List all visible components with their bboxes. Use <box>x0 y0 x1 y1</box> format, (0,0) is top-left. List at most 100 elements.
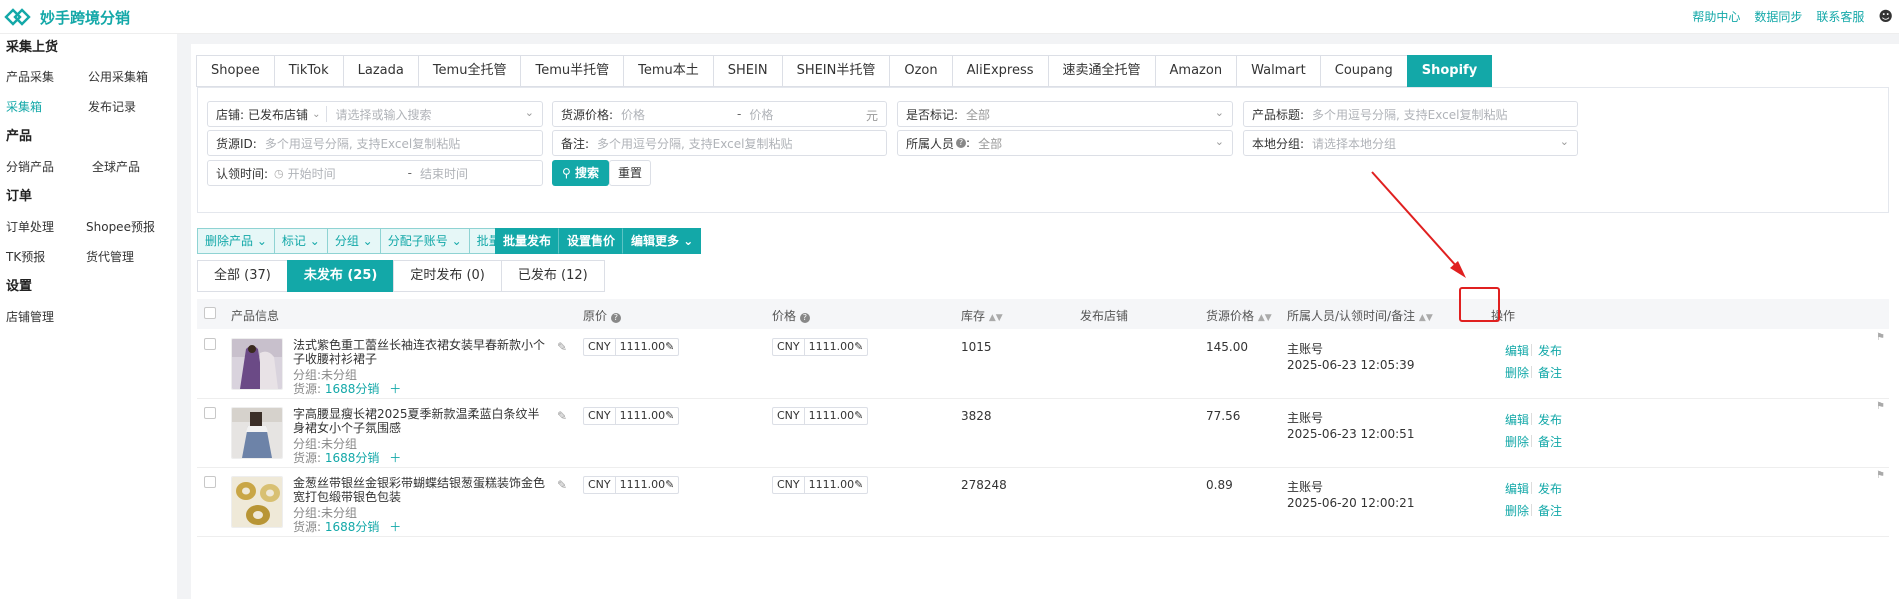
publish-button[interactable]: 发布 <box>1538 342 1562 359</box>
sort-icon: ▲▼ <box>988 313 1003 323</box>
edit-pencil-icon[interactable]: ✎ <box>557 340 567 354</box>
tab-tiktok[interactable]: TikTok <box>273 55 344 87</box>
sidebar-item-publish-records[interactable]: 发布记录 <box>86 96 172 118</box>
flag-icon[interactable]: ⚑ <box>1876 470 1885 481</box>
source-price-range[interactable]: 货源价格: 价格 - 价格 元 <box>552 101 887 127</box>
publish-button[interactable]: 发布 <box>1538 480 1562 497</box>
group-button[interactable]: 分组 ⌄ <box>326 228 381 254</box>
price-field[interactable]: CNY 1111.00✎ <box>772 476 869 494</box>
orig-price-field[interactable]: CNY 1111.00✎ <box>583 338 680 356</box>
note-input[interactable]: 备注: 多个用逗号分隔, 支持Excel复制粘贴 <box>552 130 887 156</box>
product-title[interactable]: 法式紫色重工蕾丝长袖连衣裙女装早春新款小个子收腰衬衫裙子 <box>293 338 549 366</box>
note-button[interactable]: 备注 <box>1538 433 1562 450</box>
end-time-input[interactable]: 结束时间 <box>412 165 468 182</box>
start-time-input[interactable]: 开始时间 <box>284 165 408 182</box>
source-id-input[interactable]: 货源ID: 多个用逗号分隔, 支持Excel复制粘贴 <box>207 130 543 156</box>
edit-button[interactable]: 编辑 <box>1505 342 1529 359</box>
tab-aliexpress-full[interactable]: 速卖通全托管 <box>1047 55 1156 87</box>
source-price-value: 145.00 <box>1206 340 1248 354</box>
note-button[interactable]: 备注 <box>1538 502 1562 519</box>
sidebar-item-global-products[interactable]: 全球产品 <box>86 156 172 178</box>
tab-shein-semi[interactable]: SHEIN半托管 <box>781 55 891 87</box>
sidebar-item-public-box[interactable]: 公用采集箱 <box>86 66 172 88</box>
owner-select[interactable]: 所属人员 ? : 全部 ⌄ <box>897 130 1233 156</box>
sidebar-item-order-processing[interactable]: 订单处理 <box>0 216 86 238</box>
store-select[interactable]: 店铺: 已发布店铺 ⌄ 请选择或输入搜索 ⌄ <box>207 101 543 127</box>
tab-temu-local[interactable]: Temu本土 <box>623 55 714 87</box>
sidebar-item-tk-forecast[interactable]: TK预报 <box>0 246 86 268</box>
data-sync-link[interactable]: 数据同步 <box>1754 8 1802 25</box>
store-search-input[interactable]: 请选择或输入搜索 <box>333 106 431 123</box>
row-checkbox[interactable] <box>204 338 216 350</box>
contact-support-link[interactable]: 联系客服 <box>1816 8 1864 25</box>
product-title-input[interactable]: 产品标题: 多个用逗号分隔, 支持Excel复制粘贴 <box>1243 101 1578 127</box>
price-field[interactable]: CNY 1111.00✎ <box>772 338 869 356</box>
reset-button[interactable]: 重置 <box>609 160 652 186</box>
tab-coupang[interactable]: Coupang <box>1319 55 1408 87</box>
sidebar-item-distribution-products[interactable]: 分销产品 <box>0 156 86 178</box>
assign-subaccount-button[interactable]: 分配子账号 ⌄ <box>379 228 470 254</box>
tab-aliexpress[interactable]: AliExpress <box>951 55 1049 87</box>
local-group-select[interactable]: 本地分组: 请选择本地分组 ⌄ <box>1243 130 1578 156</box>
edit-more-button[interactable]: 编辑更多 ⌄ <box>623 228 702 254</box>
tab-shopify[interactable]: Shopify <box>1406 55 1493 87</box>
edit-button[interactable]: 编辑 <box>1505 480 1529 497</box>
sidebar-item-shopee-forecast[interactable]: Shopee预报 <box>86 216 172 238</box>
price-min-input[interactable]: 价格 <box>613 106 737 123</box>
source-price-header[interactable]: 货源价格 ▲▼ <box>1206 307 1272 324</box>
batch-publish-button[interactable]: 批量发布 <box>495 228 560 254</box>
tab-temu-full[interactable]: Temu全托管 <box>417 55 522 87</box>
tab-walmart[interactable]: Walmart <box>1236 55 1321 87</box>
edit-pencil-icon: ✎ <box>854 409 864 422</box>
row-checkbox[interactable] <box>204 407 216 419</box>
delete-button[interactable]: 删除 <box>1505 502 1529 519</box>
publish-button[interactable]: 发布 <box>1538 411 1562 428</box>
status-tab-scheduled[interactable]: 定时发布 (0) <box>393 260 502 292</box>
note-button[interactable]: 备注 <box>1538 364 1562 381</box>
flag-icon[interactable]: ⚑ <box>1876 401 1885 412</box>
app-logo[interactable]: 妙手跨境分销 <box>4 6 130 28</box>
price-field[interactable]: CNY 1111.00✎ <box>772 407 869 425</box>
tab-shopee[interactable]: Shopee <box>196 55 275 87</box>
delete-button[interactable]: 删除 <box>1505 433 1529 450</box>
mark-button[interactable]: 标记 ⌄ <box>273 228 328 254</box>
stock-header[interactable]: 库存 ▲▼ <box>961 307 1003 324</box>
sidebar-item-forwarder-mgmt[interactable]: 货代管理 <box>86 246 172 268</box>
owner-header[interactable]: 所属人员/认领时间/备注 ▲▼ <box>1287 307 1433 324</box>
tab-amazon[interactable]: Amazon <box>1154 55 1238 87</box>
price-unit: 元 <box>865 109 878 123</box>
product-thumbnail[interactable] <box>231 338 283 390</box>
flag-icon[interactable]: ⚑ <box>1876 332 1885 343</box>
sidebar-item-store-mgmt[interactable]: 店铺管理 <box>0 306 86 328</box>
price-max-input[interactable]: 价格 <box>741 106 773 123</box>
help-center-link[interactable]: 帮助中心 <box>1692 8 1740 25</box>
orig-price-field[interactable]: CNY 1111.00✎ <box>583 476 680 494</box>
delete-products-button[interactable]: 删除产品 ⌄ <box>197 228 275 254</box>
select-all-checkbox[interactable] <box>204 307 216 319</box>
sidebar-item-collect-box[interactable]: 采集箱 <box>0 96 86 118</box>
product-title[interactable]: 金葱丝带银丝金银彩带蝴蝶结银葱蛋糕装饰金色宽打包缎带银色包装 <box>293 476 549 504</box>
product-thumbnail[interactable] <box>231 407 283 459</box>
orig-price-field[interactable]: CNY 1111.00✎ <box>583 407 680 425</box>
status-tab-unpublished[interactable]: 未发布 (25) <box>286 260 395 292</box>
claim-time-range[interactable]: 认领时间: ◷ 开始时间 - 结束时间 <box>207 160 543 186</box>
tab-temu-semi[interactable]: Temu半托管 <box>520 55 625 87</box>
user-icon[interactable]: ☻ <box>1878 9 1893 25</box>
product-title[interactable]: 字高腰显瘦长裙2025夏季新款温柔蓝白条纹半身裙女小个子氛围感 <box>293 407 549 435</box>
tab-lazada[interactable]: Lazada <box>342 55 419 87</box>
tab-shein[interactable]: SHEIN <box>712 55 783 87</box>
search-button[interactable]: ⚲ 搜索 <box>552 160 609 186</box>
product-thumbnail[interactable] <box>231 476 283 528</box>
chevron-down-icon: ⌄ <box>256 234 267 248</box>
status-tab-published[interactable]: 已发布 (12) <box>500 260 605 292</box>
sidebar-item-product-collect[interactable]: 产品采集 <box>0 66 86 88</box>
marked-select[interactable]: 是否标记: 全部 ⌄ <box>897 101 1233 127</box>
set-price-button[interactable]: 设置售价 <box>559 228 624 254</box>
edit-pencil-icon[interactable]: ✎ <box>557 409 567 423</box>
edit-button[interactable]: 编辑 <box>1505 411 1529 428</box>
status-tab-all[interactable]: 全部 (37) <box>197 260 288 292</box>
edit-pencil-icon[interactable]: ✎ <box>557 478 567 492</box>
row-checkbox[interactable] <box>204 476 216 488</box>
delete-button[interactable]: 删除 <box>1505 364 1529 381</box>
tab-ozon[interactable]: Ozon <box>889 55 953 87</box>
